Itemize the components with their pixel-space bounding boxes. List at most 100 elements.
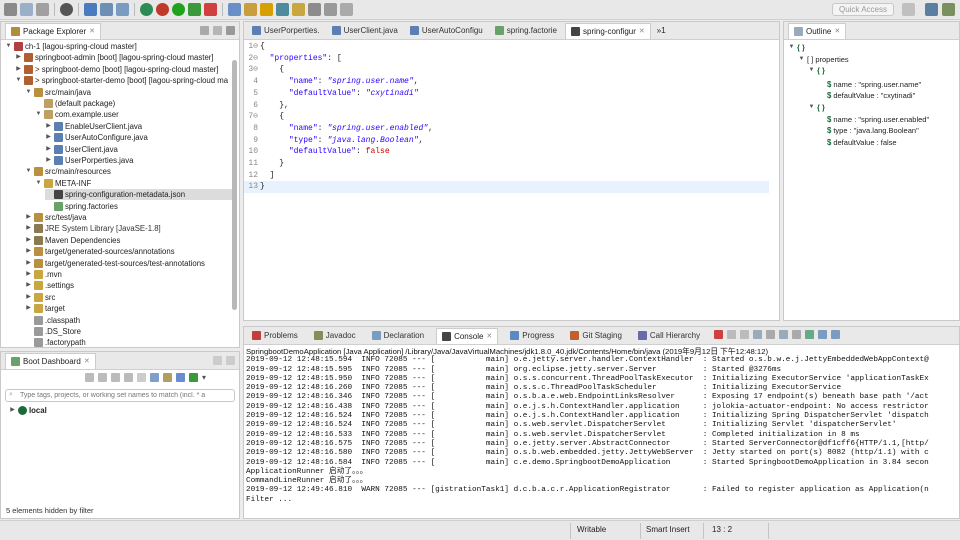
tab-boot-dashboard[interactable]: Boot Dashboard ✕ [5,352,96,369]
expand-icon[interactable]: ▶ [15,64,22,75]
debug-icon[interactable] [156,3,169,16]
outline-item[interactable]: $ name : "spring.user.enabled" [818,114,929,125]
expand-icon[interactable]: ▼ [15,75,22,86]
tree-item[interactable]: ▶ target/generated-test-sources/test-anno… [25,258,205,269]
code-line[interactable]: 11 } [244,158,769,170]
remove-launch-icon[interactable] [727,330,736,339]
word-wrap-icon[interactable] [792,330,801,339]
link-editor-icon[interactable] [213,26,222,35]
tab-editor-file[interactable]: spring.factorie [491,24,561,37]
code-line[interactable]: 1⊖{ [244,41,769,53]
tab-problems[interactable]: Problems [248,329,302,342]
settings-icon[interactable] [176,373,185,382]
lock-icon[interactable] [753,330,762,339]
tab-overflow[interactable]: »1 [657,26,666,35]
new-class-icon[interactable] [228,3,241,16]
tree-item[interactable]: .classpath [25,315,80,326]
expand-icon[interactable]: ▼ [25,166,32,177]
code-line[interactable]: 7⊖ { [244,111,769,123]
tab-git-staging[interactable]: Git Staging [566,329,626,342]
tab-editor-file[interactable]: UserPorperties. [248,24,324,37]
tab-call-hierarchy[interactable]: Call Hierarchy [634,329,704,342]
expand-icon[interactable]: ▼ [788,42,795,53]
pin-icon[interactable] [308,3,321,16]
expand-icon[interactable]: ▼ [808,65,815,76]
tree-item[interactable]: ▶ UserPorperties.java [45,155,133,166]
outline-item[interactable]: $ defaultValue : "cxytinadi" [818,90,915,101]
forward-icon[interactable] [340,3,353,16]
filter-input[interactable] [5,389,235,402]
tree-item[interactable]: ▼ ch-1 [lagou-spring-cloud master] [5,41,137,52]
expand-icon[interactable]: ▼ [808,102,815,113]
next-annotation-icon[interactable] [276,3,289,16]
code-line[interactable]: 8 "name": "spring.user.enabled", [244,123,769,135]
tab-editor-file[interactable]: UserAutoConfigu [406,24,487,37]
console-icon[interactable] [124,373,133,382]
remove-all-icon[interactable] [740,330,749,339]
account-icon[interactable] [60,3,73,16]
tree-item[interactable]: ▶ UserAutoConfigure.java [45,132,148,143]
expand-icon[interactable]: ▼ [35,178,42,189]
outline-item[interactable]: $ defaultValue : false [818,137,897,148]
browser-icon[interactable] [150,373,159,382]
code-line[interactable]: 2⊖ "properties": [ [244,53,769,65]
tree-item[interactable]: ▶ .settings [25,280,74,291]
tab-javadoc[interactable]: Javadoc [310,329,360,342]
terminate-icon[interactable] [714,330,723,339]
tree-item[interactable]: spring.factories [45,201,118,212]
code-line[interactable]: 10 "defaultValue": false [244,146,769,158]
outline-item[interactable]: ▼{ } [808,65,825,76]
expand-icon[interactable]: ▼ [35,109,42,120]
tab-editor-file[interactable]: spring-configur ✕ [565,22,651,39]
stop-icon[interactable] [204,3,217,16]
save-icon[interactable] [20,3,33,16]
tree-item[interactable]: ▶ src/test/java [25,212,87,223]
search-icon[interactable] [260,3,273,16]
expand-icon[interactable]: ▶ [25,303,32,314]
expand-icon[interactable]: ▶ [9,405,16,416]
tree-item[interactable]: ▶ UserClient.java [45,144,118,155]
tab-progress[interactable]: Progress [506,329,558,342]
tree-item[interactable]: ▶ target [25,303,65,314]
tree-item[interactable]: (default package) [35,98,115,109]
open-console-icon[interactable] [831,330,840,339]
java-perspective-icon[interactable] [925,3,938,16]
scrollbar[interactable] [232,60,237,310]
console-output[interactable]: SpringbootDemoApplication [Java Applicat… [246,347,958,517]
expand-icon[interactable]: ▶ [25,246,32,257]
close-icon[interactable]: ✕ [84,357,90,365]
console-icon[interactable] [100,3,113,16]
expand-icon[interactable]: ▶ [45,144,52,155]
tree-item[interactable]: ▶ Maven Dependencies [25,235,120,246]
code-line[interactable]: 6 }, [244,100,769,112]
code-area[interactable]: 1⊖{2⊖ "properties": [3⊖ {4 "name": "spri… [244,40,779,320]
restart-icon[interactable] [85,373,94,382]
expand-icon[interactable]: ▶ [25,223,32,234]
expand-icon[interactable]: ▼ [5,41,12,52]
terminal-icon[interactable] [84,3,97,16]
expand-icon[interactable]: ▶ [25,258,32,269]
tree-item[interactable]: spring-configuration-metadata.json [45,189,233,201]
tab-declaration[interactable]: Declaration [368,329,428,342]
expand-icon[interactable]: ▶ [25,212,32,223]
code-line[interactable]: 3⊖ { [244,64,769,76]
collapse-all-icon[interactable] [200,26,209,35]
expand-icon[interactable]: ▶ [45,155,52,166]
tree-item[interactable]: .factorypath [25,337,86,348]
tree-item[interactable]: ▼ > springboot-starter-demo [boot] [lagou… [15,75,228,86]
tree-item[interactable]: ▶ JRE System Library [JavaSE-1.8] [25,223,161,234]
tree-item[interactable]: ▶ springboot-admin [boot] [lagou-spring-c… [15,52,214,63]
code-line[interactable]: 9 "type": "java.lang.Boolean", [244,135,769,147]
save-all-icon[interactable] [36,3,49,16]
expand-icon[interactable]: ▶ [25,235,32,246]
outline-item[interactable]: $ name : "spring.user.name" [818,79,921,90]
expand-icon[interactable]: ▶ [25,292,32,303]
code-line[interactable]: 5 "defaultValue": "cxytinadi" [244,88,769,100]
close-icon[interactable]: ✕ [486,332,492,340]
maximize-icon[interactable] [226,356,235,365]
clear-console-icon[interactable] [766,330,775,339]
expand-icon[interactable]: ▶ [25,280,32,291]
layout-icon[interactable] [163,373,172,382]
tree-item[interactable]: ▼ src/main/resources [25,166,111,177]
run-dropdown-icon[interactable] [188,3,201,16]
